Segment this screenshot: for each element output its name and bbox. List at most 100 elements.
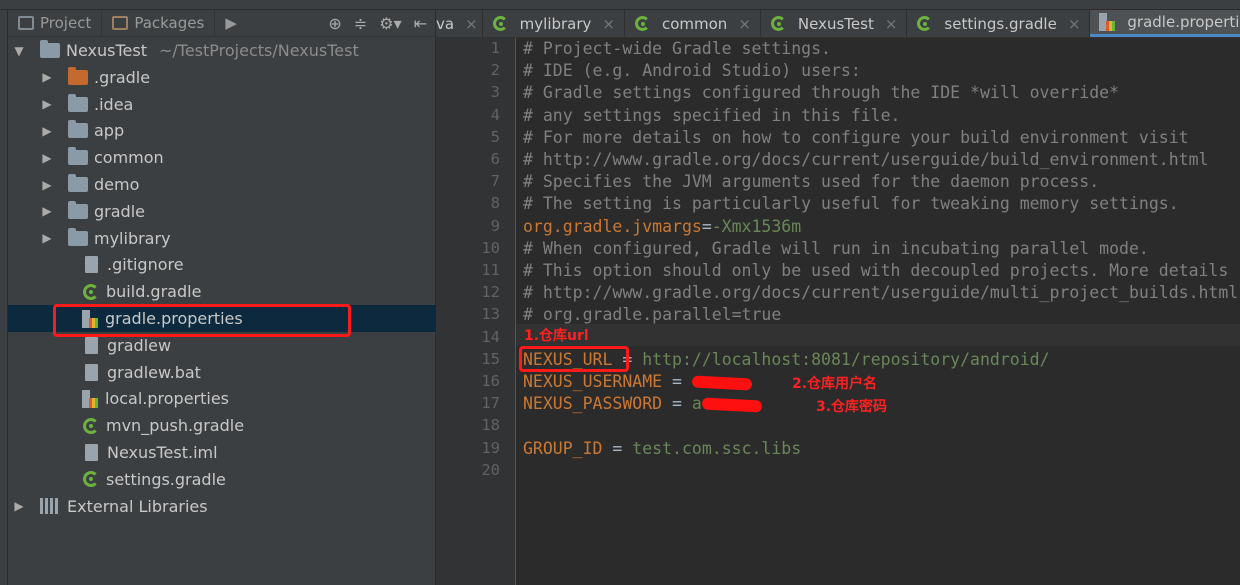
line-number: 3 (490, 83, 500, 102)
line-number: 10 (481, 238, 500, 257)
editor-tabs: va × mylibrary × common × NexusTest × settings.g… (436, 10, 1240, 38)
tree-item[interactable]: ▶ app (8, 117, 436, 144)
collapsed-arrow-icon[interactable]: ▶ (40, 70, 54, 84)
line-number: 2 (490, 61, 500, 80)
tree-item-label: gradle (94, 201, 145, 221)
tree-item[interactable]: mvn_push.gradle (8, 412, 436, 439)
tree-item[interactable]: ▶ External Libraries (8, 493, 436, 520)
code-token: # The setting is particularly useful for… (523, 194, 1179, 214)
tree-item[interactable]: ▶ .idea (8, 91, 436, 118)
tab-label: mylibrary (519, 14, 592, 33)
folder-icon (68, 120, 88, 139)
code-line: # IDE (e.g. Android Studio) users: (523, 60, 861, 82)
tree-item[interactable]: local.properties (8, 385, 436, 412)
code-line: # When configured, Gradle will run in in… (523, 238, 1149, 260)
close-icon[interactable]: × (738, 15, 751, 33)
line-number: 5 (490, 127, 500, 146)
collapsed-arrow-icon[interactable]: ▶ (12, 499, 26, 513)
code-token: # For more details on how to configure y… (523, 127, 1189, 147)
close-icon[interactable]: × (885, 15, 898, 33)
annotation-url: 1.仓库url (524, 328, 589, 344)
collapsed-arrow-icon[interactable]: ▶ (40, 124, 54, 138)
tab-packages[interactable]: Packages (102, 10, 216, 36)
line-number: 11 (481, 261, 500, 279)
code-line: # http://www.gradle.org/docs/current/use… (523, 149, 1208, 171)
tree-item[interactable]: .gitignore (8, 251, 436, 278)
project-panel-header: Project Packages ▶ ⊕ ≑ ⚙▾ ⇤ (8, 10, 435, 37)
line-number: 4 (490, 105, 500, 124)
collapsed-arrow-icon[interactable]: ▶ (40, 204, 54, 218)
code-token: NEXUS_PASSWORD (523, 394, 663, 414)
tree-item[interactable]: build.gradle (8, 278, 436, 305)
close-icon[interactable]: × (1068, 15, 1081, 33)
file-icon (85, 363, 98, 381)
tree-item[interactable]: ▶ mylibrary (8, 225, 436, 252)
line-number: 13 (481, 305, 500, 324)
tab-project[interactable]: Project (8, 10, 103, 36)
code-token: # IDE (e.g. Android Studio) users: (523, 61, 861, 81)
project-panel: Project Packages ▶ ⊕ ≑ ⚙▾ ⇤ ▼ NexusTest ~/… (8, 10, 436, 585)
collapsed-arrow-icon[interactable]: ▶ (40, 231, 54, 245)
code-line: # This option should only be used with d… (523, 260, 1228, 282)
code-token: -Xmx1536m (711, 216, 802, 236)
module-folder-icon (68, 147, 88, 166)
code-line: # http://www.gradle.org/docs/current/use… (523, 282, 1238, 304)
gear-icon[interactable]: ⚙▾ (379, 14, 401, 33)
tree-item[interactable]: ▶ common (8, 144, 436, 171)
tree-item[interactable]: ▶ demo (8, 171, 436, 198)
highlight-box (53, 304, 351, 337)
tree-item[interactable]: settings.gradle (8, 466, 436, 493)
more-tabs-arrow-icon[interactable]: ▶ (215, 14, 247, 32)
editor-tab[interactable]: settings.gradle × (907, 10, 1091, 37)
hide-icon[interactable]: ⇤ (414, 14, 427, 33)
tree-item[interactable]: gradlew.bat (8, 359, 436, 386)
editor-tab[interactable]: common × (625, 10, 761, 37)
code-token: # http://www.gradle.org/docs/current/use… (523, 150, 1209, 169)
current-line-highlight (516, 324, 1240, 346)
line-number: 7 (490, 172, 500, 191)
tree-item[interactable]: NexusTest.iml (8, 439, 436, 466)
editor-tab[interactable]: gradle.properties× (1090, 10, 1240, 37)
collapse-icon[interactable]: ≑ (354, 14, 367, 33)
tab-label: settings.gradle (944, 14, 1057, 33)
code-line: # Project-wide Gradle settings. (523, 38, 831, 60)
folder-icon (40, 40, 60, 58)
editor-tab[interactable]: mylibrary × (483, 10, 625, 37)
code-line: # org.gradle.parallel=true (523, 304, 781, 326)
tree-item[interactable]: ▶ gradle (8, 198, 436, 225)
tree-item[interactable]: ▶ .gradle (8, 64, 436, 91)
collapsed-arrow-icon[interactable]: ▶ (40, 178, 54, 192)
collapsed-arrow-icon[interactable]: ▶ (40, 151, 54, 165)
code-token: = (602, 438, 633, 458)
properties-icon (1099, 13, 1116, 31)
collapsed-arrow-icon[interactable]: ▶ (40, 97, 54, 111)
root-path: ~/TestProjects/NexusTest (158, 41, 359, 60)
code-line: org.gradle.jvmargs=-Xmx1536m (523, 216, 801, 238)
close-icon[interactable]: × (602, 15, 615, 33)
code-token: http://localhost:8081/repository/android… (642, 349, 1050, 369)
line-number: 1 (490, 39, 500, 57)
tree-item-label: local.properties (105, 389, 230, 409)
expanded-arrow-icon[interactable]: ▼ (12, 44, 26, 58)
code-token: # http://www.gradle.org/docs/current/use… (523, 283, 1239, 303)
code-token: # Gradle settings configured through the… (523, 83, 1120, 103)
code-token: NEXUS_USERNAME (523, 372, 663, 391)
gradle-icon (492, 16, 508, 31)
tree-item[interactable]: ▼ NexusTest ~/TestProjects/NexusTest (8, 37, 436, 64)
tree-item-label: .idea (94, 94, 134, 114)
close-icon[interactable]: × (465, 15, 478, 33)
title-strip (0, 0, 1240, 10)
gradle-icon (83, 417, 99, 434)
annotation-password: 3.仓库密码 (816, 399, 888, 415)
locate-icon[interactable]: ⊕ (328, 14, 341, 33)
editor-tab[interactable]: va × (436, 10, 483, 37)
folder-icon (68, 93, 88, 112)
line-number: 12 (481, 283, 500, 302)
editor-tab[interactable]: NexusTest × (761, 10, 908, 37)
highlight-box-nexus-url (519, 346, 629, 372)
line-number: 16 (481, 372, 500, 390)
gradle-icon (634, 16, 650, 31)
tab-label: gradle.properties (1127, 13, 1240, 31)
redaction-scribble (691, 374, 753, 391)
code-line: GROUP_ID = test.com.ssc.libs (523, 438, 801, 460)
